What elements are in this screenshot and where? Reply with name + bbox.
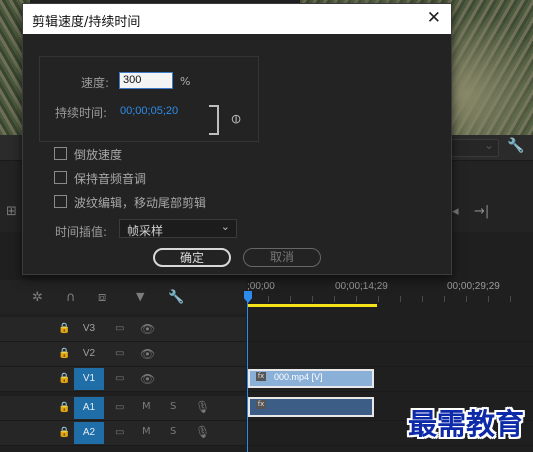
sync-lock-icon[interactable]: ▭ — [115, 427, 124, 438]
ruler-tick — [312, 296, 313, 302]
track-name[interactable]: A1 — [74, 397, 104, 419]
timeline-settings-icon[interactable]: 🔧 — [168, 290, 184, 305]
timecode-label: 00;00;29;29 — [447, 281, 500, 292]
timecode-label: ;00;00 — [247, 281, 275, 292]
checkbox-label: 波纹编辑，移动尾部剪辑 — [74, 196, 207, 210]
track-name[interactable]: V2 — [74, 343, 104, 365]
microphone-icon[interactable]: 🎙 — [195, 425, 210, 439]
linked-selection-icon[interactable]: ⧈ — [98, 290, 106, 305]
select-value: 帧采样 — [127, 224, 164, 238]
close-icon[interactable]: ✕ — [427, 8, 441, 28]
ruler-tick — [378, 296, 379, 302]
solo-button[interactable]: S — [170, 401, 176, 412]
ruler-tick — [290, 296, 291, 302]
sync-lock-icon[interactable]: ▭ — [115, 323, 124, 334]
lock-icon[interactable]: 🔒 — [58, 323, 70, 334]
fx-badge: fx — [256, 400, 266, 409]
eye-icon[interactable]: 👁 — [140, 322, 155, 336]
lock-icon[interactable]: 🔒 — [58, 427, 70, 438]
time-interpolation-select[interactable]: 帧采样 ⌄ — [119, 219, 237, 238]
cancel-button[interactable]: 取消 — [243, 248, 321, 267]
work-area-bar[interactable] — [247, 304, 377, 307]
track-name[interactable]: V3 — [74, 318, 104, 340]
timecode-label: 00;00;14;29 — [335, 281, 388, 292]
checkbox-label: 保持音频音调 — [74, 172, 147, 186]
speed-input[interactable]: 300 — [119, 72, 173, 89]
chevron-down-icon: ⌄ — [220, 220, 230, 233]
eye-icon[interactable]: 👁 — [140, 372, 155, 386]
sync-lock-icon[interactable]: ▭ — [115, 402, 124, 413]
lock-icon[interactable]: 🔒 — [58, 402, 70, 413]
video-clip[interactable]: fx 000.mp4 [V] — [248, 369, 374, 388]
solo-button[interactable]: S — [170, 426, 176, 437]
ruler-tick — [444, 296, 445, 302]
track-name[interactable]: V1 — [74, 368, 104, 390]
mute-button[interactable]: M — [142, 426, 151, 437]
sync-lock-icon[interactable]: ▭ — [115, 348, 124, 359]
audio-clip[interactable]: fx — [248, 397, 374, 417]
ruler-tick — [422, 296, 423, 302]
lock-icon[interactable]: 🔒 — [58, 373, 70, 384]
ruler-tick — [334, 296, 335, 302]
sync-lock-icon[interactable]: ▭ — [115, 373, 124, 384]
wrench-icon[interactable]: 🔧 — [507, 138, 524, 154]
maintain-pitch-checkbox[interactable] — [54, 171, 67, 184]
track-row: 🔒 V2 ▭ 👁 — [0, 342, 533, 367]
mute-button[interactable]: M — [142, 401, 151, 412]
ruler-tick — [356, 296, 357, 302]
ripple-edit-checkbox[interactable] — [54, 195, 67, 208]
link-bracket — [209, 105, 219, 135]
reverse-speed-checkbox[interactable] — [54, 147, 67, 160]
speed-duration-group — [39, 56, 259, 142]
lock-icon[interactable]: 🔒 — [58, 348, 70, 359]
ruler-tick — [400, 296, 401, 302]
add-marker-icon[interactable]: ▼ — [136, 290, 144, 303]
step-back-icon[interactable]: ◂ — [452, 204, 459, 219]
ruler-tick — [268, 296, 269, 302]
speed-duration-dialog: 剪辑速度/持续时间 ✕ 速度: 300 % 持续时间: 00;00;05;20 … — [22, 3, 452, 275]
track-row: 🔒 V3 ▭ 👁 — [0, 317, 533, 342]
microphone-icon[interactable]: 🎙 — [195, 400, 210, 414]
percent-unit: % — [180, 75, 191, 88]
playhead-line — [247, 300, 248, 452]
dialog-title: 剪辑速度/持续时间 — [32, 15, 141, 30]
panel-dropdown[interactable] — [445, 138, 499, 157]
nest-icon[interactable]: ✲ — [32, 290, 43, 305]
time-interpolation-label: 时间插值: — [55, 225, 108, 239]
ruler-tick — [466, 296, 467, 302]
speed-label: 速度: — [81, 76, 110, 90]
insert-icon[interactable]: ⊞ — [6, 204, 17, 219]
track-name[interactable]: A2 — [74, 422, 104, 444]
eye-icon[interactable]: 👁 — [140, 347, 155, 361]
snap-icon[interactable]: ∩ — [66, 290, 76, 305]
ruler-tick — [510, 296, 511, 302]
checkbox-label: 倒放速度 — [74, 148, 123, 162]
fx-badge: fx — [256, 372, 266, 381]
ok-button[interactable]: 确定 — [153, 248, 231, 267]
go-to-out-icon[interactable]: →| — [474, 204, 489, 219]
clip-label: 000.mp4 [V] — [274, 372, 323, 382]
duration-label: 持续时间: — [55, 106, 108, 120]
dialog-titlebar: 剪辑速度/持续时间 ✕ — [23, 4, 451, 34]
ruler-tick — [488, 296, 489, 302]
duration-value[interactable]: 00;00;05;20 — [120, 105, 178, 117]
watermark-logo: 最需教育 — [408, 407, 525, 441]
